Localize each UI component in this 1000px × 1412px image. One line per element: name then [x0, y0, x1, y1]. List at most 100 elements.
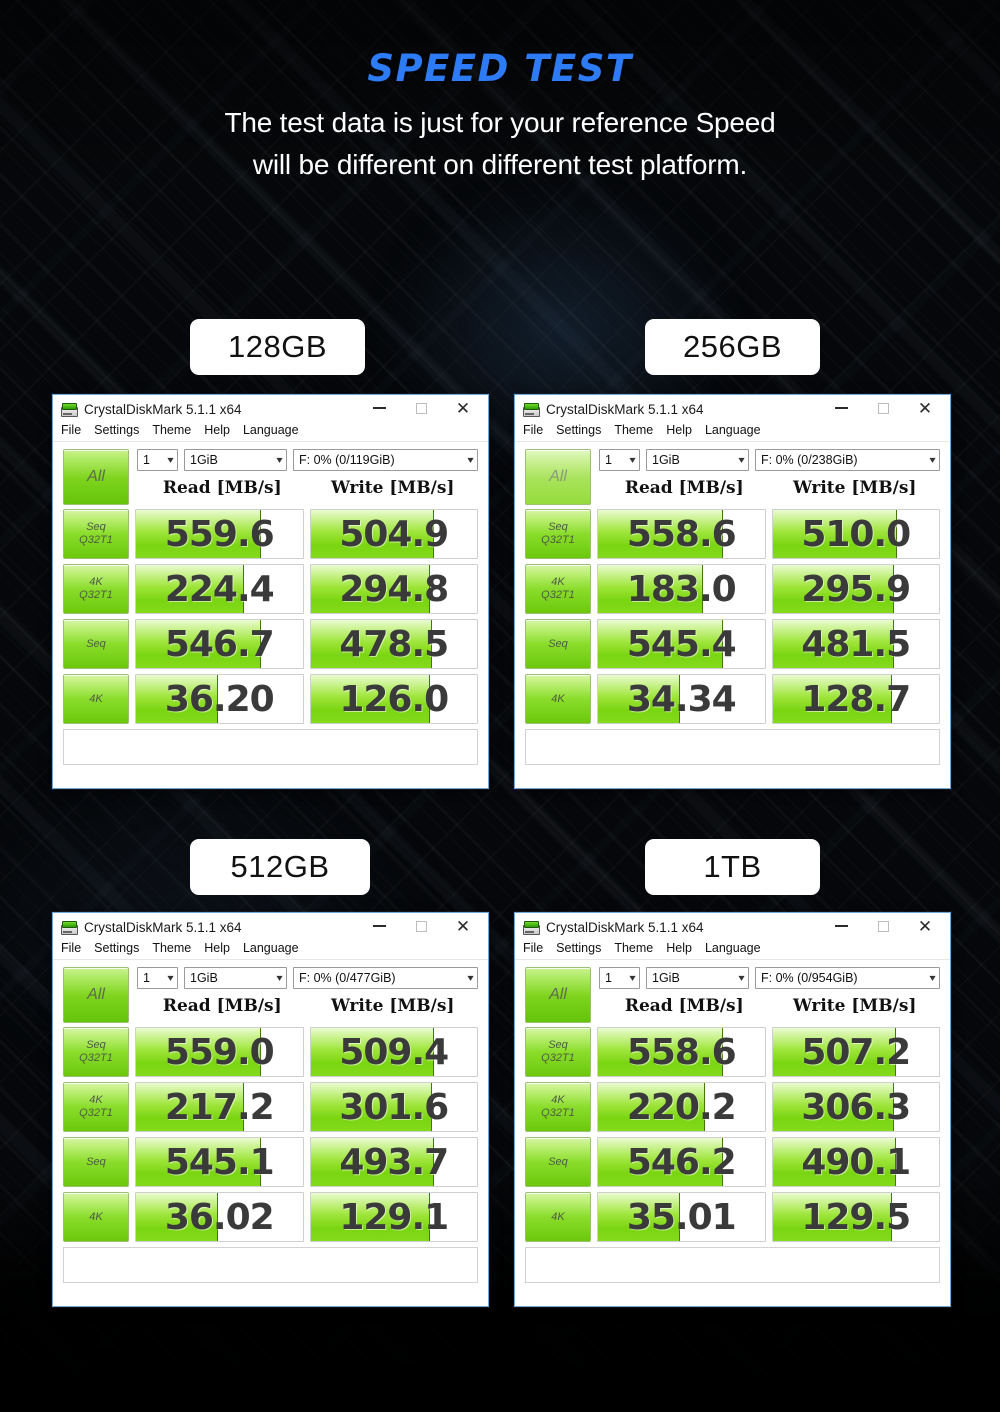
maximize-icon[interactable]: [862, 915, 904, 937]
minimize-icon[interactable]: [820, 397, 862, 419]
maximize-icon[interactable]: [400, 915, 442, 937]
test-button-4k[interactable]: 4K: [63, 1192, 129, 1242]
write-result-cell[interactable]: 128.7: [771, 674, 940, 724]
write-result-cell[interactable]: 510.0: [771, 509, 940, 559]
run-count-select[interactable]: 1 ▾: [137, 967, 178, 989]
test-label-primary: Seq: [86, 1155, 106, 1168]
menu-item-language[interactable]: Language: [243, 422, 308, 438]
drive-select[interactable]: F: 0% (0/119GiB) ▾: [293, 449, 478, 471]
menu-item-language[interactable]: Language: [705, 940, 770, 956]
result-row: 4K Q32T1 183.0 295.9: [525, 564, 940, 614]
read-result-cell[interactable]: 224.4: [135, 564, 304, 614]
selectors: 1 ▾ 1GiB ▾ F: 0% (0/119GiB) ▾ Read [MB/s…: [129, 449, 478, 498]
menu-item-help[interactable]: Help: [204, 422, 239, 438]
menu-item-theme[interactable]: Theme: [614, 940, 662, 956]
test-button-4k[interactable]: 4K: [63, 674, 129, 724]
read-result-cell[interactable]: 545.4: [597, 619, 766, 669]
menu-item-help[interactable]: Help: [204, 940, 239, 956]
read-result-cell[interactable]: 36.20: [135, 674, 304, 724]
read-result-cell[interactable]: 220.2: [597, 1082, 766, 1132]
menu-item-file[interactable]: File: [61, 940, 90, 956]
test-size-select[interactable]: 1GiB ▾: [646, 449, 749, 471]
test-button-seq[interactable]: Seq: [63, 619, 129, 669]
menu-item-settings[interactable]: Settings: [556, 940, 610, 956]
run-all-button[interactable]: All: [63, 449, 129, 505]
write-result-cell[interactable]: 490.1: [771, 1137, 940, 1187]
test-button-4k-q32t1[interactable]: 4K Q32T1: [63, 1082, 129, 1132]
minimize-icon[interactable]: [358, 915, 400, 937]
minimize-icon[interactable]: [820, 915, 862, 937]
write-result-cell[interactable]: 129.5: [771, 1192, 940, 1242]
run-all-button[interactable]: All: [525, 967, 591, 1023]
read-result-cell[interactable]: 36.02: [135, 1192, 304, 1242]
read-result-cell[interactable]: 558.6: [597, 1027, 766, 1077]
test-size-select[interactable]: 1GiB ▾: [646, 967, 749, 989]
write-result-cell[interactable]: 294.8: [309, 564, 478, 614]
read-result-cell[interactable]: 546.7: [135, 619, 304, 669]
test-button-4k-q32t1[interactable]: 4K Q32T1: [63, 564, 129, 614]
menu-item-file[interactable]: File: [61, 422, 90, 438]
close-icon[interactable]: ✕: [904, 915, 946, 937]
menu-item-settings[interactable]: Settings: [94, 940, 148, 956]
maximize-icon[interactable]: [400, 397, 442, 419]
write-result-cell[interactable]: 507.2: [771, 1027, 940, 1077]
test-button-seq[interactable]: Seq: [525, 1137, 591, 1187]
run-count-select[interactable]: 1 ▾: [599, 967, 640, 989]
menu-item-settings[interactable]: Settings: [94, 422, 148, 438]
write-result-cell[interactable]: 126.0: [309, 674, 478, 724]
read-result-cell[interactable]: 546.2: [597, 1137, 766, 1187]
menu-item-help[interactable]: Help: [666, 940, 701, 956]
drive-select[interactable]: F: 0% (0/954GiB) ▾: [755, 967, 940, 989]
test-button-seq[interactable]: Seq: [63, 1137, 129, 1187]
test-size-select[interactable]: 1GiB ▾: [184, 967, 287, 989]
test-button-seq-q32t1[interactable]: Seq Q32T1: [63, 509, 129, 559]
menu-bar: File Settings Theme Help Language: [515, 939, 950, 960]
write-result-cell[interactable]: 301.6: [309, 1082, 478, 1132]
write-result-cell[interactable]: 493.7: [309, 1137, 478, 1187]
write-result-cell[interactable]: 295.9: [771, 564, 940, 614]
run-all-button[interactable]: All: [63, 967, 129, 1023]
write-result-cell[interactable]: 481.5: [771, 619, 940, 669]
close-icon[interactable]: ✕: [904, 397, 946, 419]
drive-select[interactable]: F: 0% (0/238GiB) ▾: [755, 449, 940, 471]
write-result-cell[interactable]: 509.4: [309, 1027, 478, 1077]
read-result-cell[interactable]: 559.0: [135, 1027, 304, 1077]
read-result-cell[interactable]: 35.01: [597, 1192, 766, 1242]
test-button-4k[interactable]: 4K: [525, 1192, 591, 1242]
test-button-seq-q32t1[interactable]: Seq Q32T1: [63, 1027, 129, 1077]
maximize-icon[interactable]: [862, 397, 904, 419]
read-result-cell[interactable]: 558.6: [597, 509, 766, 559]
test-button-seq[interactable]: Seq: [525, 619, 591, 669]
menu-item-theme[interactable]: Theme: [152, 422, 200, 438]
drive-select[interactable]: F: 0% (0/477GiB) ▾: [293, 967, 478, 989]
write-result-cell[interactable]: 504.9: [309, 509, 478, 559]
run-all-button[interactable]: All: [525, 449, 591, 505]
test-button-4k[interactable]: 4K: [525, 674, 591, 724]
menu-item-theme[interactable]: Theme: [614, 422, 662, 438]
run-count-select[interactable]: 1 ▾: [599, 449, 640, 471]
write-result-cell[interactable]: 478.5: [309, 619, 478, 669]
read-result-cell[interactable]: 545.1: [135, 1137, 304, 1187]
test-button-seq-q32t1[interactable]: Seq Q32T1: [525, 509, 591, 559]
read-result-cell[interactable]: 34.34: [597, 674, 766, 724]
menu-item-file[interactable]: File: [523, 422, 552, 438]
menu-item-language[interactable]: Language: [243, 940, 308, 956]
close-icon[interactable]: ✕: [442, 397, 484, 419]
minimize-icon[interactable]: [358, 397, 400, 419]
menu-item-language[interactable]: Language: [705, 422, 770, 438]
read-result-cell[interactable]: 183.0: [597, 564, 766, 614]
test-button-4k-q32t1[interactable]: 4K Q32T1: [525, 1082, 591, 1132]
test-button-seq-q32t1[interactable]: Seq Q32T1: [525, 1027, 591, 1077]
test-button-4k-q32t1[interactable]: 4K Q32T1: [525, 564, 591, 614]
write-result-cell[interactable]: 129.1: [309, 1192, 478, 1242]
run-count-select[interactable]: 1 ▾: [137, 449, 178, 471]
close-icon[interactable]: ✕: [442, 915, 484, 937]
read-result-cell[interactable]: 217.2: [135, 1082, 304, 1132]
test-size-select[interactable]: 1GiB ▾: [184, 449, 287, 471]
menu-item-settings[interactable]: Settings: [556, 422, 610, 438]
write-result-cell[interactable]: 306.3: [771, 1082, 940, 1132]
read-result-cell[interactable]: 559.6: [135, 509, 304, 559]
menu-item-file[interactable]: File: [523, 940, 552, 956]
menu-item-theme[interactable]: Theme: [152, 940, 200, 956]
menu-item-help[interactable]: Help: [666, 422, 701, 438]
